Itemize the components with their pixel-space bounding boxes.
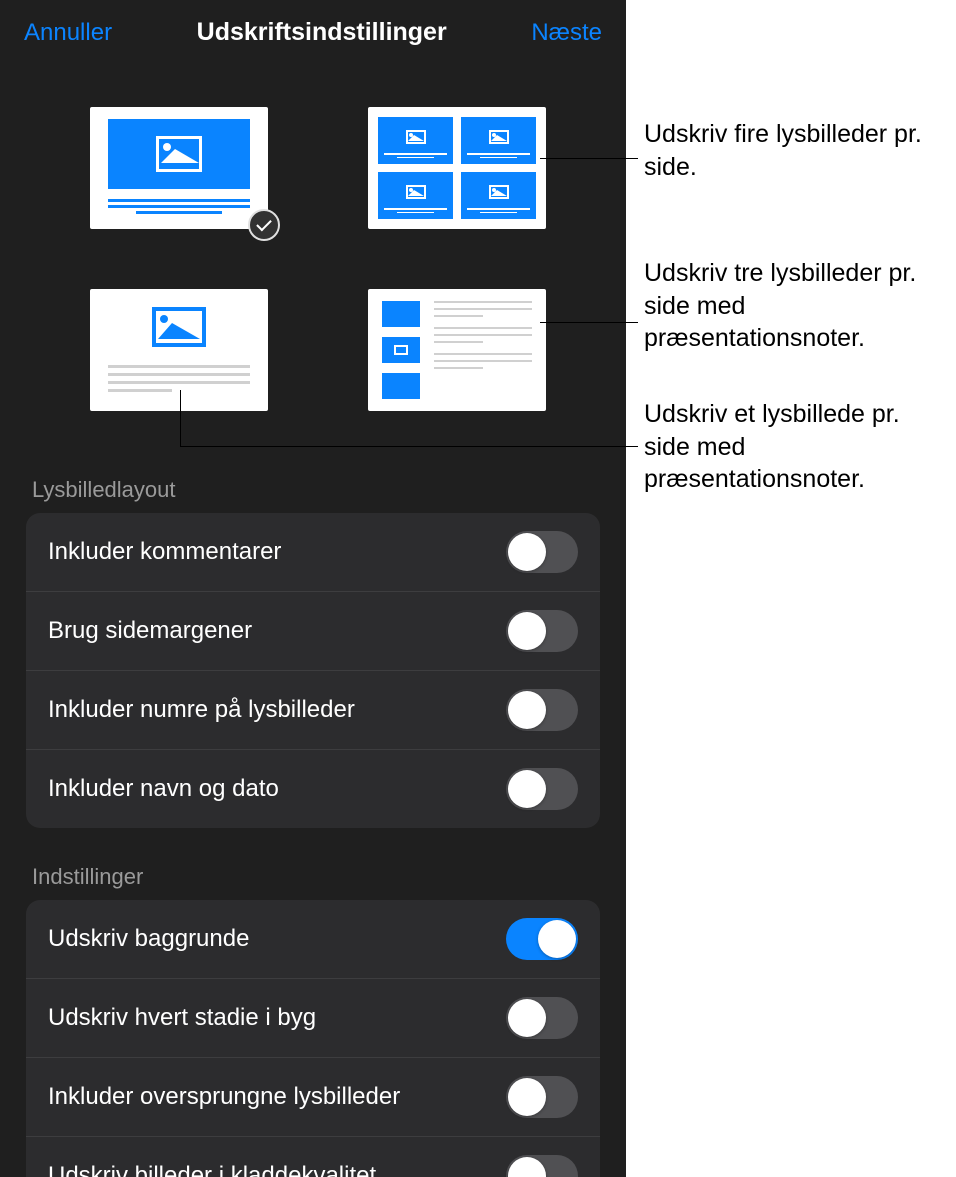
layout-thumbnails	[0, 57, 626, 441]
toggle-include-comments[interactable]	[506, 531, 578, 573]
row-label: Inkluder oversprungne lysbilleder	[48, 1083, 400, 1111]
callout-line	[540, 158, 638, 159]
row-print-each-build-stage: Udskriv hvert stadie i byg	[26, 979, 600, 1058]
row-include-name-date: Inkluder navn og dato	[26, 750, 600, 828]
toggle-print-draft-quality[interactable]	[506, 1155, 578, 1177]
callout-line	[540, 322, 638, 323]
layout-option-single-slide[interactable]	[90, 107, 268, 229]
panel-header: Annuller Udskriftsindstillinger Næste	[0, 0, 626, 57]
layout-option-three-slides-notes[interactable]	[368, 289, 546, 411]
print-settings-panel: Annuller Udskriftsindstillinger Næste	[0, 0, 626, 1177]
layout-option-one-slide-notes[interactable]	[90, 289, 268, 411]
next-button[interactable]: Næste	[531, 19, 602, 47]
callout-four-slides: Udskriv fire lysbilleder pr. side.	[644, 118, 948, 183]
row-label: Brug sidemargener	[48, 617, 252, 645]
row-print-draft-quality: Udskriv billeder i kladdekvalitet	[26, 1137, 600, 1177]
callout-one-slide-notes: Udskriv et lysbillede pr. side med præse…	[644, 398, 948, 496]
row-label: Udskriv hvert stadie i byg	[48, 1004, 316, 1032]
row-print-backgrounds: Udskriv baggrunde	[26, 900, 600, 979]
row-label: Inkluder kommentarer	[48, 538, 281, 566]
cancel-button[interactable]: Annuller	[24, 19, 112, 47]
section-label-layout: Lysbilledlayout	[0, 441, 626, 513]
toggle-print-each-build-stage[interactable]	[506, 997, 578, 1039]
toggle-include-name-date[interactable]	[506, 768, 578, 810]
row-label: Inkluder navn og dato	[48, 775, 279, 803]
row-include-skipped-slides: Inkluder oversprungne lysbilleder	[26, 1058, 600, 1137]
panel-title: Udskriftsindstillinger	[112, 18, 531, 47]
annotation-overlay: Udskriv fire lysbilleder pr. side. Udskr…	[626, 0, 956, 1177]
layout-option-four-slides[interactable]	[368, 107, 546, 229]
row-include-slide-numbers: Inkluder numre på lysbilleder	[26, 671, 600, 750]
row-label: Inkluder numre på lysbilleder	[48, 696, 355, 724]
layout-options-list: Inkluder kommentarer Brug sidemargener I…	[26, 513, 600, 828]
toggle-print-backgrounds[interactable]	[506, 918, 578, 960]
settings-options-list: Udskriv baggrunde Udskriv hvert stadie i…	[26, 900, 600, 1177]
callout-line	[180, 390, 181, 446]
toggle-use-page-margins[interactable]	[506, 610, 578, 652]
row-include-comments: Inkluder kommentarer	[26, 513, 600, 592]
callout-line	[180, 446, 638, 447]
callout-three-slides-notes: Udskriv tre lysbilleder pr. side med præ…	[644, 257, 948, 355]
row-label: Udskriv billeder i kladdekvalitet	[48, 1162, 376, 1177]
section-label-settings: Indstillinger	[0, 828, 626, 900]
toggle-include-skipped-slides[interactable]	[506, 1076, 578, 1118]
row-label: Udskriv baggrunde	[48, 925, 249, 953]
check-icon	[248, 209, 280, 241]
row-use-page-margins: Brug sidemargener	[26, 592, 600, 671]
toggle-include-slide-numbers[interactable]	[506, 689, 578, 731]
